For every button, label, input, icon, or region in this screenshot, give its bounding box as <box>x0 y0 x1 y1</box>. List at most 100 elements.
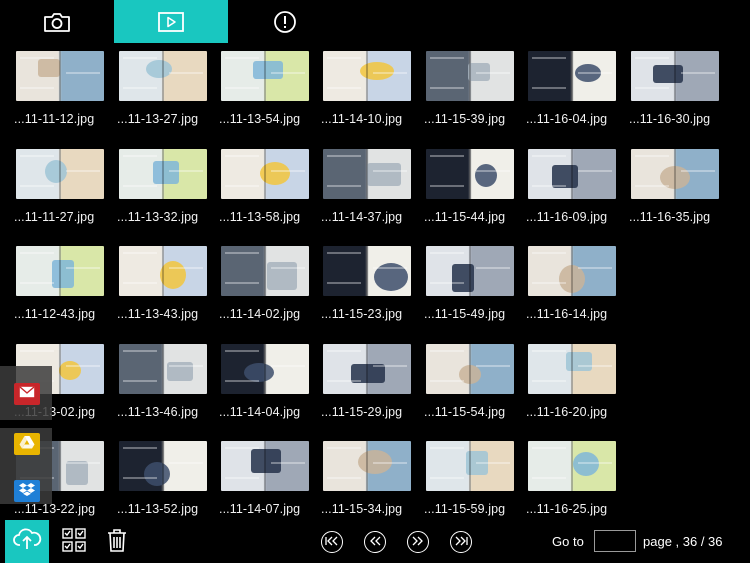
photo-filename: ...11-13-54.jpg <box>219 112 301 126</box>
photo-filename: ...11-14-07.jpg <box>219 502 301 516</box>
photo-thumbnail <box>528 344 616 394</box>
first-page-button[interactable] <box>321 531 343 553</box>
photo-thumbnail <box>631 51 719 101</box>
photo-thumbnail <box>119 441 207 491</box>
play-icon <box>157 11 185 33</box>
photo-filename: ...11-13-58.jpg <box>219 210 301 224</box>
photo-item[interactable]: ...11-14-04.jpg <box>219 336 325 434</box>
photo-item[interactable]: ...11-16-09.jpg <box>526 141 632 239</box>
photo-item[interactable]: ...11-13-54.jpg <box>219 43 325 141</box>
photo-thumbnail <box>426 149 514 199</box>
photo-thumbnail <box>119 51 207 101</box>
photo-item[interactable]: ...11-15-34.jpg <box>321 433 427 531</box>
photo-item[interactable]: ...11-15-54.jpg <box>424 336 530 434</box>
photo-thumbnail <box>426 246 514 296</box>
photo-filename: ...11-13-22.jpg <box>14 502 96 516</box>
photo-item[interactable]: ...11-11-27.jpg <box>14 141 120 239</box>
photo-thumbnail <box>426 344 514 394</box>
tab-slideshow[interactable] <box>114 0 228 43</box>
photo-filename: ...11-16-09.jpg <box>526 210 608 224</box>
camera-icon <box>42 11 72 33</box>
photo-item[interactable]: ...11-16-14.jpg <box>526 238 632 336</box>
photo-filename: ...11-15-54.jpg <box>424 405 506 419</box>
photo-filename: ...11-11-27.jpg <box>14 210 95 224</box>
photo-filename: ...11-13-27.jpg <box>117 112 199 126</box>
top-toolbar <box>0 0 750 43</box>
photo-filename: ...11-16-20.jpg <box>526 405 608 419</box>
photo-item[interactable]: ...11-16-35.jpg <box>629 141 735 239</box>
photo-item[interactable]: ...11-15-44.jpg <box>424 141 530 239</box>
photo-item[interactable]: ...11-15-39.jpg <box>424 43 530 141</box>
photo-thumbnail <box>16 149 104 199</box>
bottom-toolbar: Go to page , 36 / 36 <box>0 520 750 563</box>
last-page-icon <box>454 533 468 551</box>
photo-item[interactable]: ...11-16-04.jpg <box>526 43 632 141</box>
photo-thumbnail <box>323 246 411 296</box>
photo-item[interactable]: ...11-14-02.jpg <box>219 238 325 336</box>
share-mail-button[interactable] <box>14 383 40 405</box>
share-dropbox-button[interactable] <box>14 480 40 502</box>
photo-item[interactable]: ...11-15-49.jpg <box>424 238 530 336</box>
select-all-button[interactable] <box>62 527 86 554</box>
trash-icon <box>106 528 128 557</box>
last-page-button[interactable] <box>450 531 472 553</box>
photo-item[interactable]: ...11-14-10.jpg <box>321 43 427 141</box>
photo-filename: ...11-13-32.jpg <box>117 210 199 224</box>
photo-thumbnail <box>528 246 616 296</box>
photo-item[interactable]: ...11-16-30.jpg <box>629 43 735 141</box>
photo-item[interactable]: ...11-15-29.jpg <box>321 336 427 434</box>
google-drive-icon <box>19 435 35 454</box>
tab-info[interactable] <box>228 0 342 43</box>
photo-item[interactable]: ...11-16-25.jpg <box>526 433 632 531</box>
info-icon <box>273 10 297 34</box>
photo-filename: ...11-16-14.jpg <box>526 307 608 321</box>
photo-filename: ...11-15-29.jpg <box>321 405 403 419</box>
photo-item[interactable]: ...11-13-58.jpg <box>219 141 325 239</box>
photo-thumbnail <box>221 246 309 296</box>
photo-filename: ...11-15-34.jpg <box>321 502 403 516</box>
photo-thumbnail <box>528 149 616 199</box>
tab-camera[interactable] <box>0 0 114 43</box>
photo-thumbnail <box>221 344 309 394</box>
photo-item[interactable]: ...11-13-32.jpg <box>117 141 223 239</box>
photo-item[interactable]: ...11-16-20.jpg <box>526 336 632 434</box>
share-drive-button[interactable] <box>14 433 40 455</box>
photo-thumbnail <box>323 441 411 491</box>
photo-item[interactable]: ...11-15-59.jpg <box>424 433 530 531</box>
photo-item[interactable]: ...11-14-37.jpg <box>321 141 427 239</box>
photo-filename: ...11-15-59.jpg <box>424 502 506 516</box>
photo-filename: ...11-16-25.jpg <box>526 502 608 516</box>
photo-thumbnail <box>119 344 207 394</box>
delete-button[interactable] <box>105 528 129 557</box>
photo-item[interactable]: ...11-15-23.jpg <box>321 238 427 336</box>
photo-item[interactable]: ...11-11-12.jpg <box>14 43 120 141</box>
next-page-icon <box>412 533 424 551</box>
photo-thumbnail <box>426 51 514 101</box>
mail-icon <box>19 385 35 403</box>
photo-filename: ...11-16-04.jpg <box>526 112 608 126</box>
goto-page-input[interactable] <box>594 530 636 552</box>
photo-filename: ...11-13-46.jpg <box>117 405 199 419</box>
goto-label: Go to <box>552 534 584 549</box>
photo-filename: ...11-14-02.jpg <box>219 307 301 321</box>
photo-filename: ...11-14-37.jpg <box>321 210 403 224</box>
photo-item[interactable]: ...11-13-43.jpg <box>117 238 223 336</box>
photo-thumbnail <box>119 149 207 199</box>
photo-item[interactable]: ...11-12-43.jpg <box>14 238 120 336</box>
photo-item[interactable]: ...11-13-46.jpg <box>117 336 223 434</box>
next-page-button[interactable] <box>407 531 429 553</box>
upload-button[interactable] <box>5 520 49 563</box>
photo-filename: ...11-14-04.jpg <box>219 405 301 419</box>
photo-filename: ...11-14-10.jpg <box>321 112 403 126</box>
photo-filename: ...11-11-12.jpg <box>14 112 95 126</box>
photo-thumbnail <box>528 441 616 491</box>
photo-item[interactable]: ...11-14-07.jpg <box>219 433 325 531</box>
photo-item[interactable]: ...11-13-27.jpg <box>117 43 223 141</box>
photo-thumbnail <box>426 441 514 491</box>
photo-thumbnail <box>323 51 411 101</box>
photo-filename: ...11-13-52.jpg <box>117 502 199 516</box>
photo-thumbnail <box>631 149 719 199</box>
previous-page-button[interactable] <box>364 531 386 553</box>
first-page-icon <box>325 533 339 551</box>
photo-item[interactable]: ...11-13-52.jpg <box>117 433 223 531</box>
